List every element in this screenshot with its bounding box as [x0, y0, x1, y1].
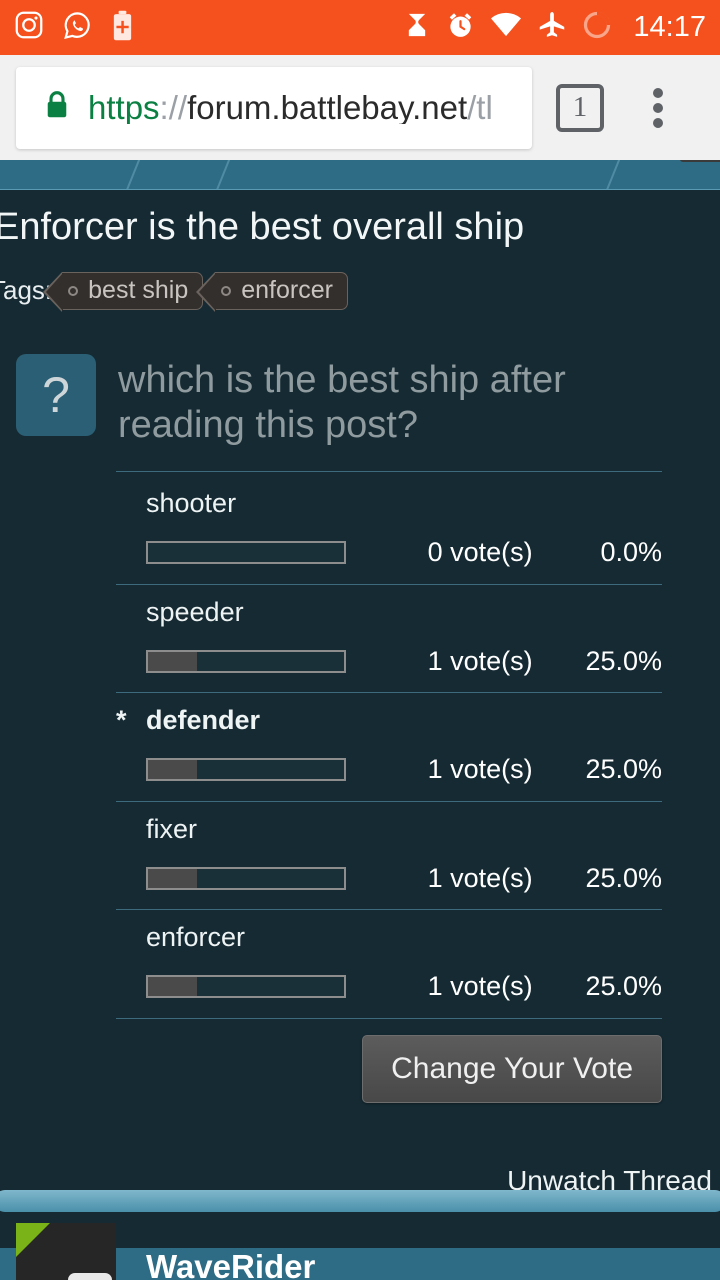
breadcrumb-separator — [211, 160, 235, 189]
page-title: Enforcer is the best overall ship — [0, 206, 525, 248]
url-scheme: https — [88, 91, 160, 124]
url-text: https://forum.battlebay.net/tl — [88, 91, 493, 124]
poll-option-shooter: shooter 0 vote(s) 0.0% — [116, 476, 662, 583]
breadcrumb-separator — [121, 160, 145, 189]
poll-option-enforcer: enforcer 1 vote(s) 25.0% — [116, 910, 662, 1017]
lock-icon — [44, 90, 70, 125]
poll-option-label: enforcer — [146, 922, 246, 953]
poll-footer: Change Your Vote — [116, 1019, 662, 1103]
tag-label: best ship — [88, 276, 189, 305]
poll-option-percent: 25.0% — [585, 971, 662, 1002]
poll-option-label: speeder — [146, 596, 244, 627]
poll-option-votes: 1 vote(s) — [427, 971, 533, 1002]
poll-option-votes: 1 vote(s) — [427, 645, 533, 676]
poll-option-percent: 25.0% — [585, 754, 662, 785]
poll-option-text: defender — [146, 705, 261, 736]
poll-option-bar — [146, 758, 346, 782]
poll-option-percent: 0.0% — [600, 537, 662, 568]
avatar[interactable] — [16, 1223, 116, 1280]
tag-enforcer[interactable]: enforcer — [196, 271, 348, 312]
tag-best-ship[interactable]: best ship — [43, 271, 204, 312]
browser-toolbar: https://forum.battlebay.net/tl 1 — [0, 55, 720, 160]
poll-divider — [116, 471, 662, 473]
breadcrumb-separator — [601, 160, 625, 189]
tab-counter-button[interactable]: 1 — [556, 83, 604, 132]
tag-label: enforcer — [241, 276, 333, 305]
change-vote-button[interactable]: Change Your Vote — [362, 1034, 662, 1103]
section-divider — [0, 1190, 720, 1212]
poll-option-defender: * defender 1 vote(s) 25.0% — [116, 693, 662, 800]
status-bar: 14:17 — [0, 0, 720, 55]
url-separator: :// — [159, 91, 188, 124]
url-bar[interactable]: https://forum.battlebay.net/tl — [16, 66, 532, 149]
vibrate-icon — [403, 11, 431, 44]
instagram-icon — [14, 10, 44, 45]
poll-option-bar — [146, 649, 346, 673]
thread-page: Enforcer is the best overall ship Tags: … — [0, 190, 720, 1197]
poll-header: ? which is the best ship after reading t… — [0, 353, 720, 448]
poll-option-fixer: fixer 1 vote(s) 25.0% — [116, 802, 662, 909]
alarm-clock-icon — [446, 11, 475, 45]
status-bar-notifications — [14, 10, 134, 46]
poll-option-label: * defender — [116, 693, 662, 738]
battery-plus-icon — [111, 10, 134, 46]
poll-option-bar — [146, 975, 346, 999]
wifi-icon — [490, 12, 522, 43]
online-badge-icon — [16, 1223, 50, 1257]
poll-option-percent: 25.0% — [585, 645, 662, 676]
battery-circle-icon — [582, 10, 612, 45]
question-mark-icon: ? — [16, 353, 96, 436]
kebab-menu-icon[interactable] — [640, 84, 676, 132]
poll-options: shooter 0 vote(s) 0.0% speeder 1 vote(s)… — [116, 471, 662, 1103]
poll-option-votes: 1 vote(s) — [427, 754, 533, 785]
status-bar-clock: 14:17 — [633, 11, 706, 43]
avatar-image — [68, 1273, 112, 1280]
airplane-mode-icon — [537, 10, 567, 45]
tag-hole-icon — [221, 285, 232, 296]
poll-option-votes: 0 vote(s) — [427, 537, 533, 568]
poll-option-speeder: speeder 1 vote(s) 25.0% — [116, 585, 662, 692]
screen: 14:17 https://forum.battlebay.net/tl 1 E… — [0, 0, 720, 1280]
my-vote-marker: * — [116, 705, 127, 736]
tag-list: Tags: best ship enforcer — [0, 271, 720, 312]
poll-option-row: 1 vote(s) 25.0% — [116, 956, 662, 1018]
poll-option-row: 1 vote(s) 25.0% — [116, 739, 662, 801]
tag-hole-icon — [68, 285, 79, 296]
url-path: /tl — [467, 91, 493, 124]
whatsapp-icon — [62, 10, 93, 46]
poll: ? which is the best ship after reading t… — [0, 353, 720, 1103]
breadcrumb-end-cap — [680, 160, 720, 162]
poll-option-percent: 25.0% — [585, 862, 662, 893]
poll-option-label: fixer — [146, 813, 198, 844]
poll-option-row: 0 vote(s) 0.0% — [116, 522, 662, 584]
poll-option-label: shooter — [146, 488, 237, 519]
breadcrumb[interactable] — [0, 160, 720, 190]
poll-option-bar — [146, 541, 346, 565]
poll-option-row: 1 vote(s) 25.0% — [116, 847, 662, 909]
poll-option-votes: 1 vote(s) — [427, 862, 533, 893]
poll-option-bar — [146, 866, 346, 890]
status-bar-system: 14:17 — [403, 10, 706, 45]
post-author-name[interactable]: WaveRider_ — [146, 1248, 334, 1280]
url-host: forum.battlebay.net — [187, 91, 468, 124]
post-header: WaveRider_ — [0, 1223, 720, 1280]
poll-option-row: 1 vote(s) 25.0% — [116, 630, 662, 692]
poll-question: which is the best ship after reading thi… — [118, 358, 566, 446]
